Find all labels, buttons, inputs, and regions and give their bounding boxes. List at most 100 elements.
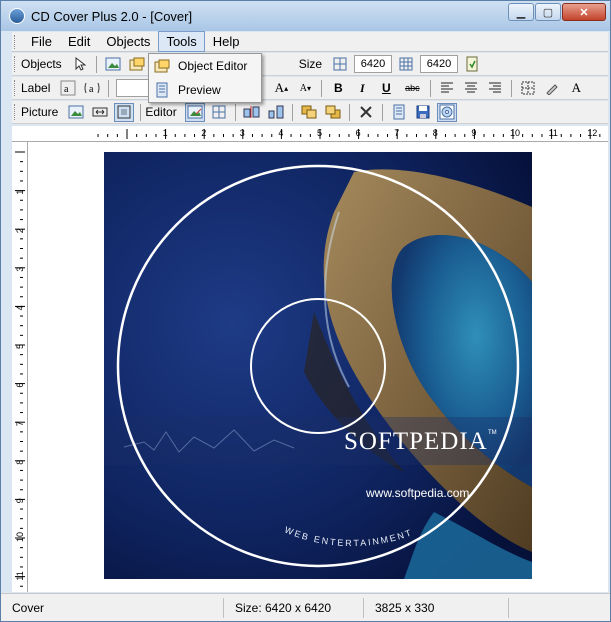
send-back-icon[interactable] bbox=[323, 103, 343, 122]
editor-grid-icon[interactable] bbox=[209, 103, 229, 122]
ruler-number: 7 bbox=[15, 421, 25, 426]
text-color-button[interactable]: A bbox=[566, 79, 586, 98]
picture-stretch-icon[interactable] bbox=[114, 102, 135, 122]
ruler-number: 6 bbox=[356, 128, 361, 138]
tools-dropdown: Object Editor Preview bbox=[148, 53, 262, 103]
status-object: Cover bbox=[1, 597, 224, 618]
cd-cover-image[interactable]: WEB ENTERTAINMENT SOFTPEDIA TM www.softp… bbox=[104, 152, 532, 579]
save-icon[interactable] bbox=[413, 103, 433, 122]
window-title: CD Cover Plus 2.0 - [Cover] bbox=[31, 8, 193, 24]
menu-objects[interactable]: Objects bbox=[98, 31, 158, 52]
apply-size-icon[interactable] bbox=[462, 55, 482, 74]
horizontal-ruler: 1234567891011121314 bbox=[12, 126, 608, 142]
url-text: www.softpedia.com bbox=[366, 486, 470, 500]
svg-text:a: a bbox=[89, 84, 94, 95]
ruler-number: 6 bbox=[15, 383, 25, 388]
ruler-number: 1 bbox=[163, 128, 168, 138]
status-bar: Cover Size: 6420 x 6420 3825 x 330 bbox=[1, 593, 610, 621]
menu-item-object-editor[interactable]: Object Editor bbox=[149, 54, 261, 78]
toolbar-separator bbox=[234, 103, 236, 121]
pointer-icon[interactable] bbox=[70, 55, 90, 74]
toolbar-separator bbox=[381, 103, 383, 121]
toolbar-separator bbox=[291, 103, 293, 121]
toolbar-objects: Objects Size 6420 6420 bbox=[12, 53, 608, 76]
font-size-down-button[interactable]: A ▾ bbox=[295, 79, 315, 98]
align-left-icon[interactable] bbox=[437, 79, 457, 98]
close-button[interactable]: ✕ bbox=[562, 3, 606, 21]
toolbar-separator bbox=[95, 55, 97, 73]
bring-front-icon[interactable] bbox=[299, 103, 319, 122]
picture-load-icon[interactable] bbox=[66, 103, 86, 122]
toolbar-separator bbox=[511, 79, 513, 97]
bold-button[interactable]: B bbox=[328, 79, 348, 98]
border-icon[interactable] bbox=[518, 79, 538, 98]
size-label: Size bbox=[298, 57, 323, 71]
ruler-number: 10 bbox=[510, 128, 520, 138]
status-size: Size: 6420 x 6420 bbox=[224, 597, 364, 618]
ruler-number: 7 bbox=[394, 128, 399, 138]
cover-artwork: WEB ENTERTAINMENT bbox=[104, 152, 532, 579]
status-coords: 3825 x 330 bbox=[364, 597, 509, 618]
label-text-icon[interactable]: a bbox=[58, 79, 78, 98]
ruler-number: 12 bbox=[587, 128, 597, 138]
ruler-number: 5 bbox=[15, 344, 25, 349]
menu-edit[interactable]: Edit bbox=[60, 31, 98, 52]
ruler-number: 5 bbox=[317, 128, 322, 138]
properties-icon[interactable] bbox=[389, 103, 409, 122]
height-input[interactable]: 6420 bbox=[420, 55, 459, 73]
insert-picture-icon[interactable] bbox=[103, 55, 123, 74]
ruler-number: 11 bbox=[549, 128, 558, 138]
caption-buttons: ▁ ▢ ✕ bbox=[508, 3, 606, 21]
label-curve-icon[interactable]: a bbox=[82, 79, 102, 98]
status-empty bbox=[509, 598, 608, 618]
menu-bar: File Edit Objects Tools Help bbox=[12, 31, 608, 52]
insert-label-icon[interactable] bbox=[127, 55, 147, 74]
delete-icon[interactable] bbox=[356, 103, 376, 122]
align-objects-icon[interactable] bbox=[242, 103, 262, 122]
menu-help[interactable]: Help bbox=[205, 31, 248, 52]
ruler-number: 8 bbox=[15, 460, 25, 465]
menu-tools[interactable]: Tools bbox=[158, 31, 205, 52]
toolbar-separator bbox=[140, 103, 142, 121]
underline-button[interactable]: U bbox=[376, 79, 396, 98]
editor-picture-icon[interactable] bbox=[184, 102, 205, 122]
toolbar-separator bbox=[348, 103, 350, 121]
ruler-number: 2 bbox=[201, 128, 206, 138]
toolbar-separator bbox=[108, 79, 110, 97]
picture-fit-icon[interactable] bbox=[90, 103, 110, 122]
toolbar-separator bbox=[321, 79, 323, 97]
preview-cd-icon[interactable] bbox=[436, 102, 457, 122]
label-label: Label bbox=[21, 81, 51, 95]
font-size-down-glyph: A bbox=[299, 82, 307, 94]
width-input[interactable]: 6420 bbox=[354, 55, 393, 73]
toolbar-grip bbox=[14, 80, 17, 96]
objects-label: Objects bbox=[21, 57, 62, 71]
ruler-number: 1 bbox=[15, 190, 25, 195]
maximize-button[interactable]: ▢ bbox=[535, 3, 561, 21]
editor-label: Editor bbox=[145, 105, 177, 119]
picture-label: Picture bbox=[21, 105, 59, 119]
align-center-icon[interactable] bbox=[461, 79, 481, 98]
svg-text:a: a bbox=[64, 84, 69, 95]
align-right-icon[interactable] bbox=[485, 79, 505, 98]
ruler-number: 3 bbox=[15, 267, 25, 272]
title-bar[interactable]: CD Cover Plus 2.0 - [Cover] ▁ ▢ ✕ bbox=[1, 1, 610, 31]
menu-file[interactable]: File bbox=[23, 31, 60, 52]
ruler-number: 2 bbox=[15, 228, 25, 233]
strikethrough-button[interactable]: abc bbox=[400, 79, 424, 98]
minimize-button[interactable]: ▁ bbox=[508, 3, 534, 21]
ruler-number: 11 bbox=[15, 571, 25, 580]
design-canvas[interactable]: WEB ENTERTAINMENT SOFTPEDIA TM www.softp… bbox=[28, 142, 608, 592]
app-window: CD Cover Plus 2.0 - [Cover] ▁ ▢ ✕ File E… bbox=[0, 0, 611, 622]
height-icon bbox=[396, 55, 416, 74]
pen-icon[interactable] bbox=[542, 79, 562, 98]
italic-button[interactable]: I bbox=[352, 79, 372, 98]
font-size-up-button[interactable]: A ▴ bbox=[271, 79, 291, 98]
menu-item-preview[interactable]: Preview bbox=[149, 78, 261, 102]
width-icon bbox=[330, 55, 350, 74]
toolbar-picture: Picture Editor bbox=[12, 101, 608, 124]
distribute-objects-icon[interactable] bbox=[266, 103, 286, 122]
trademark-text: TM bbox=[488, 430, 497, 436]
ruler-number: 9 bbox=[471, 128, 476, 138]
softpedia-brand-text: SOFTPEDIA bbox=[344, 428, 488, 455]
